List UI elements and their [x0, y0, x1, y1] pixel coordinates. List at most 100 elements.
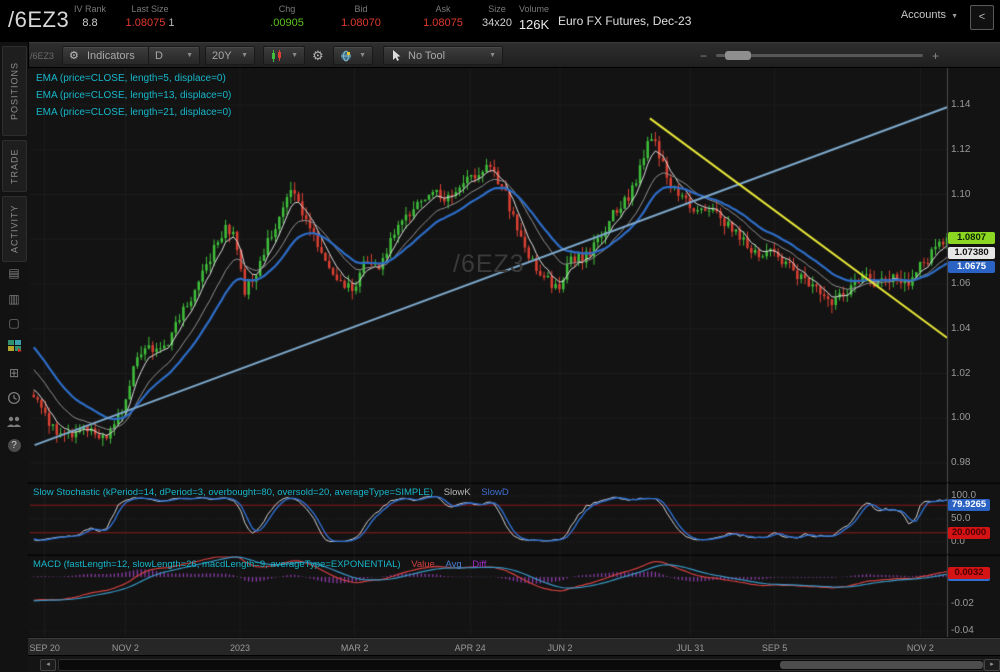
ema-price-bubble: 1.0675 — [948, 261, 995, 273]
field-label: Last Size — [107, 4, 193, 14]
price-axis-label: 1.10 — [951, 189, 970, 200]
oversold-bubble: 20.0000 — [948, 527, 990, 539]
chart-toolbar: /6EZ3 ⚙ Indicators D▼ 20Y▼ ▼ ⚙ ▼ No Tool… — [28, 42, 1000, 68]
share-icon[interactable] — [0, 415, 28, 431]
chart-scrollbar: ◂ ▸ — [28, 655, 1000, 672]
accounts-menu[interactable]: Accounts▼ — [901, 9, 958, 21]
macd-value-legend: Value — [411, 559, 435, 570]
field-label: Size — [477, 4, 517, 14]
timeframe-dropdown[interactable]: D▼ — [148, 46, 200, 65]
indicators-button[interactable]: ⚙ Indicators — [62, 46, 154, 65]
toolbar-symbol-label: /6EZ3 — [30, 51, 54, 61]
price-axis-label: 1.00 — [951, 412, 970, 423]
time-axis-label: 2023 — [230, 643, 250, 653]
quote-field-volume: Volume 126K — [513, 4, 555, 32]
field-value: 1.08070 — [341, 17, 381, 29]
drawings-globe-icon — [340, 50, 353, 62]
time-axis-label: NOV 2 — [112, 643, 139, 653]
scroll-right-button[interactable]: ▸ — [984, 659, 1000, 671]
chart-settings-gear-icon[interactable]: ⚙ — [312, 48, 324, 64]
last-price-bubble: 1.0807 — [948, 232, 995, 244]
sidebar-tab-trade[interactable]: TRADE — [2, 140, 27, 192]
chevron-down-icon: ▼ — [241, 52, 248, 59]
field-value: 126K — [519, 17, 549, 32]
time-axis-label: MAR 2 — [341, 643, 369, 653]
left-gadget-sidebar: POSITIONS TRADE ACTIVITY ▤ ▥ ▢ ⊞? — [0, 42, 29, 672]
macd-value-bubble: 0.0032 — [948, 567, 990, 579]
chart-grid-icon[interactable] — [0, 339, 28, 356]
thinkorswim-chart-window: /6EZ3 IV Rank8.8Last Size1.080751Chg.009… — [0, 0, 1000, 672]
chevron-down-icon: ▼ — [951, 13, 958, 20]
contract-description: Euro FX Futures, Dec-23 — [558, 14, 691, 28]
range-dropdown[interactable]: 20Y▼ — [205, 46, 255, 65]
chevron-down-icon: ▼ — [291, 52, 298, 59]
macd-axis-label: -0.02 — [951, 598, 974, 609]
sidebar-tab-activity[interactable]: ACTIVITY — [2, 196, 27, 262]
news-icon[interactable]: ▤ — [0, 266, 28, 280]
slowk-legend: SlowK — [444, 487, 471, 498]
slowd-value-bubble: 79.9265 — [948, 499, 990, 511]
watchlist-icon[interactable]: ▥ — [0, 292, 28, 306]
price-axis-label: 0.98 — [951, 457, 970, 468]
field-label: Bid — [325, 4, 397, 14]
time-axis: SEP 20NOV 22023MAR 2APR 24JUN 2JUL 31SEP… — [28, 638, 1000, 655]
ema13-legend: EMA (price=CLOSE, length=13, displace=0) — [36, 90, 231, 101]
time-axis-label: APR 24 — [455, 643, 486, 653]
candlestick-style-icon — [270, 50, 283, 62]
chevron-down-icon: ▼ — [489, 52, 496, 59]
slowd-legend: SlowD — [481, 487, 508, 498]
apps-icon[interactable]: ⊞ — [0, 366, 28, 380]
price-axis-label: 1.02 — [951, 368, 970, 379]
scroll-left-button[interactable]: ◂ — [40, 659, 56, 671]
history-icon[interactable] — [0, 391, 28, 408]
field-label: Volume — [513, 4, 555, 14]
symbol-watermark: /6EZ3 — [453, 250, 525, 279]
chevron-down-icon: ▼ — [359, 52, 366, 59]
field-value: 1.08075 — [126, 17, 166, 29]
field-value: 34x20 — [482, 17, 512, 29]
quote-field-ask: Ask 1.08075 — [407, 4, 479, 29]
stochastic-label: Slow Stochastic (kPeriod=14, dPeriod=3, … — [33, 487, 509, 498]
last-size-qty: 1 — [168, 17, 174, 29]
stochastic-axis-label: 50.0 — [951, 513, 970, 524]
field-value: 8.8 — [82, 17, 97, 29]
field-label: Chg — [251, 4, 323, 14]
time-axis-label: NOV 2 — [907, 643, 934, 653]
zoom-out-icon[interactable]: − — [700, 49, 707, 63]
collapse-panel-button[interactable]: < — [970, 5, 994, 30]
price-axis-label: 1.04 — [951, 323, 970, 334]
time-axis-label: SEP 5 — [762, 643, 787, 653]
zoom-slider-track[interactable] — [716, 54, 923, 57]
quote-header: /6EZ3 IV Rank8.8Last Size1.080751Chg.009… — [0, 0, 1000, 42]
quote-field-size: Size 34x20 — [477, 4, 517, 29]
macd-label: MACD (fastLength=12, slowLength=26, macd… — [33, 559, 486, 570]
zoom-in-icon[interactable]: + — [932, 49, 939, 63]
price-axis-label: 1.06 — [951, 278, 970, 289]
active-tool-dropdown[interactable]: No Tool▼ — [383, 46, 503, 65]
help-icon[interactable]: ? — [0, 437, 28, 452]
chart-style-dropdown[interactable]: ▼ — [263, 46, 305, 65]
price-axis-label: 1.14 — [951, 99, 970, 110]
field-label: Ask — [407, 4, 479, 14]
scrollbar-thumb[interactable] — [780, 661, 983, 669]
macd-axis-label: -0.04 — [951, 625, 974, 636]
sidebar-tab-positions[interactable]: POSITIONS — [2, 46, 27, 136]
time-axis-label: SEP 20 — [29, 643, 59, 653]
ema-price-bubble: 1.07380 — [948, 247, 995, 259]
drawings-dropdown[interactable]: ▼ — [333, 46, 373, 65]
macd-avg-legend: Avg — [445, 559, 461, 570]
zoom-slider-thumb[interactable] — [725, 51, 751, 60]
quote-field-bid: Bid 1.08070 — [325, 4, 397, 29]
layout-icon[interactable]: ▢ — [0, 316, 28, 330]
ema5-legend: EMA (price=CLOSE, length=5, displace=0) — [36, 73, 226, 84]
field-value: 1.08075 — [423, 17, 463, 29]
time-axis-label: JUN 2 — [548, 643, 573, 653]
ema21-legend: EMA (price=CLOSE, length=21, displace=0) — [36, 107, 231, 118]
field-value: .00905 — [270, 17, 304, 29]
price-axis-label: 1.12 — [951, 144, 970, 155]
indicators-gear-icon: ⚙ — [69, 50, 82, 62]
macd-diff-legend: Diff — [472, 559, 486, 570]
cursor-icon — [390, 50, 403, 62]
scrollbar-track[interactable] — [58, 659, 984, 671]
chevron-down-icon: ▼ — [186, 52, 193, 59]
